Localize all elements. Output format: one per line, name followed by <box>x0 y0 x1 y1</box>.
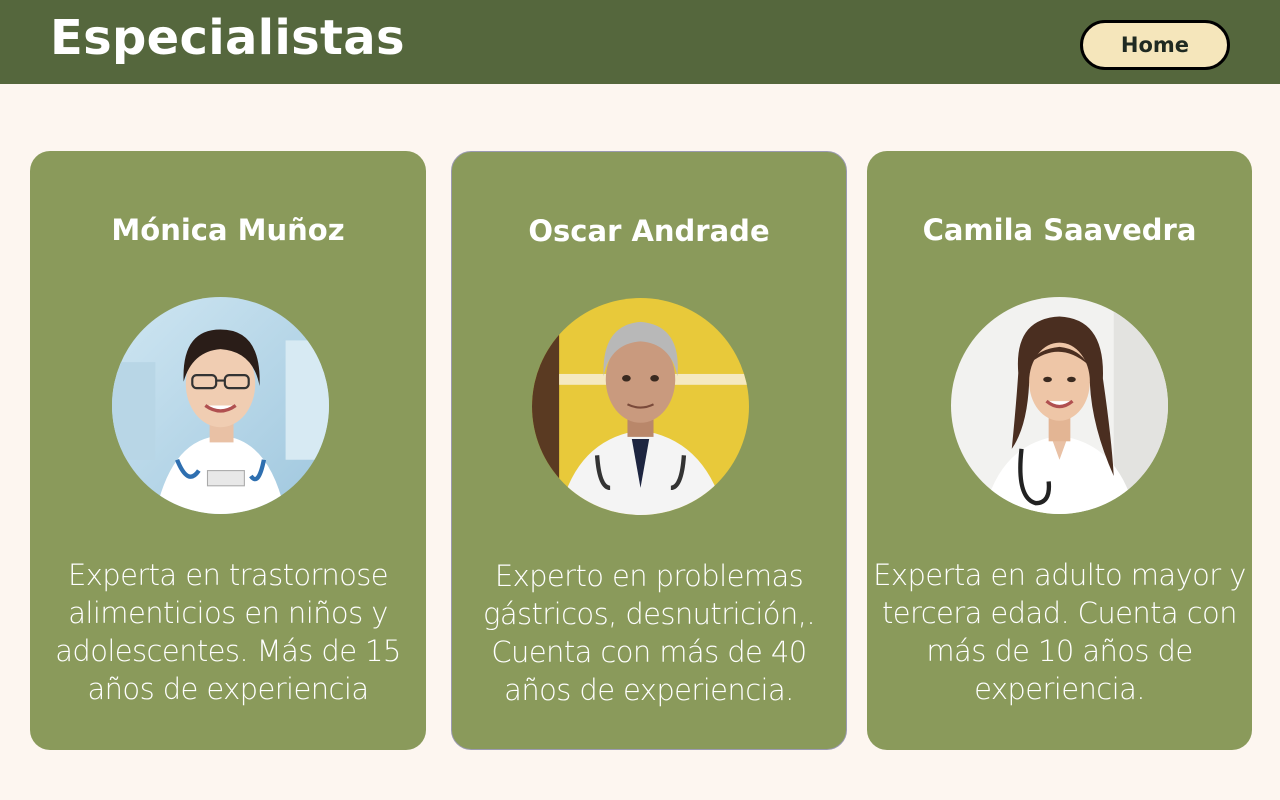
specialist-description: Experta en trastornose alimenticios en n… <box>55 558 401 706</box>
female-doctor-photo-icon <box>951 297 1168 514</box>
specialist-description: Experta en adulto mayor y tercera edad. … <box>873 558 1246 706</box>
specialist-card: Mónica Muñoz Experta en trastornose alim… <box>30 151 426 750</box>
page-title: Especialistas <box>50 10 405 66</box>
male-doctor-photo-icon <box>532 298 749 515</box>
top-bar: Especialistas Home <box>0 0 1280 84</box>
specialist-photo <box>112 297 329 514</box>
specialist-photo <box>532 298 749 515</box>
home-button[interactable]: Home <box>1080 20 1230 70</box>
specialist-name: Oscar Andrade <box>528 214 770 248</box>
specialist-name: Camila Saavedra <box>922 213 1197 247</box>
specialist-card: Camila Saavedra Experta en adulto mayor … <box>867 151 1252 750</box>
female-doctor-photo-icon <box>112 297 329 514</box>
specialist-description: Experto en problemas gástricos, desnutri… <box>483 559 816 707</box>
specialist-card: Oscar Andrade Experto en problemas gástr… <box>451 151 847 750</box>
specialist-photo <box>951 297 1168 514</box>
specialist-name: Mónica Muñoz <box>111 213 345 247</box>
